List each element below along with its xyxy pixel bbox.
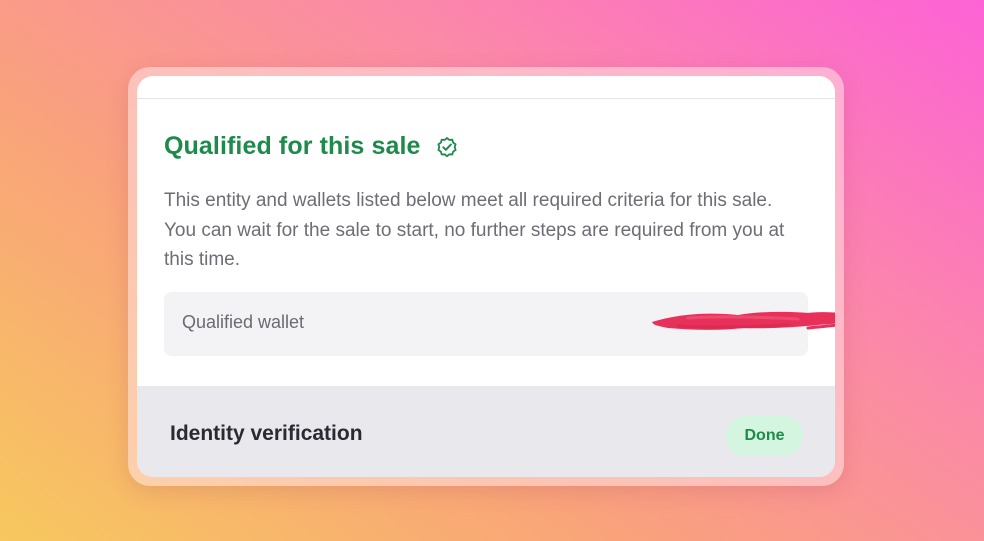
- status-badge: Done: [726, 416, 803, 456]
- identity-verification-label: Identity verification: [170, 422, 363, 445]
- qualified-wallet-row: Qualified wallet: [164, 292, 835, 356]
- qualified-wallet-label: Qualified wallet: [182, 312, 305, 332]
- sale-qualification-card: Qualified for this sale This entity and …: [137, 76, 835, 477]
- redacted-wallet-address: [652, 311, 835, 330]
- identity-verification-row[interactable]: Identity verification Done: [137, 386, 835, 477]
- qualification-description: This entity and wallets listed below mee…: [164, 190, 785, 270]
- check-circle-icon: [435, 135, 459, 159]
- qualification-title: Qualified for this sale: [164, 132, 421, 160]
- qualification-header: Qualified for this sale: [164, 132, 459, 161]
- divider: [137, 98, 835, 99]
